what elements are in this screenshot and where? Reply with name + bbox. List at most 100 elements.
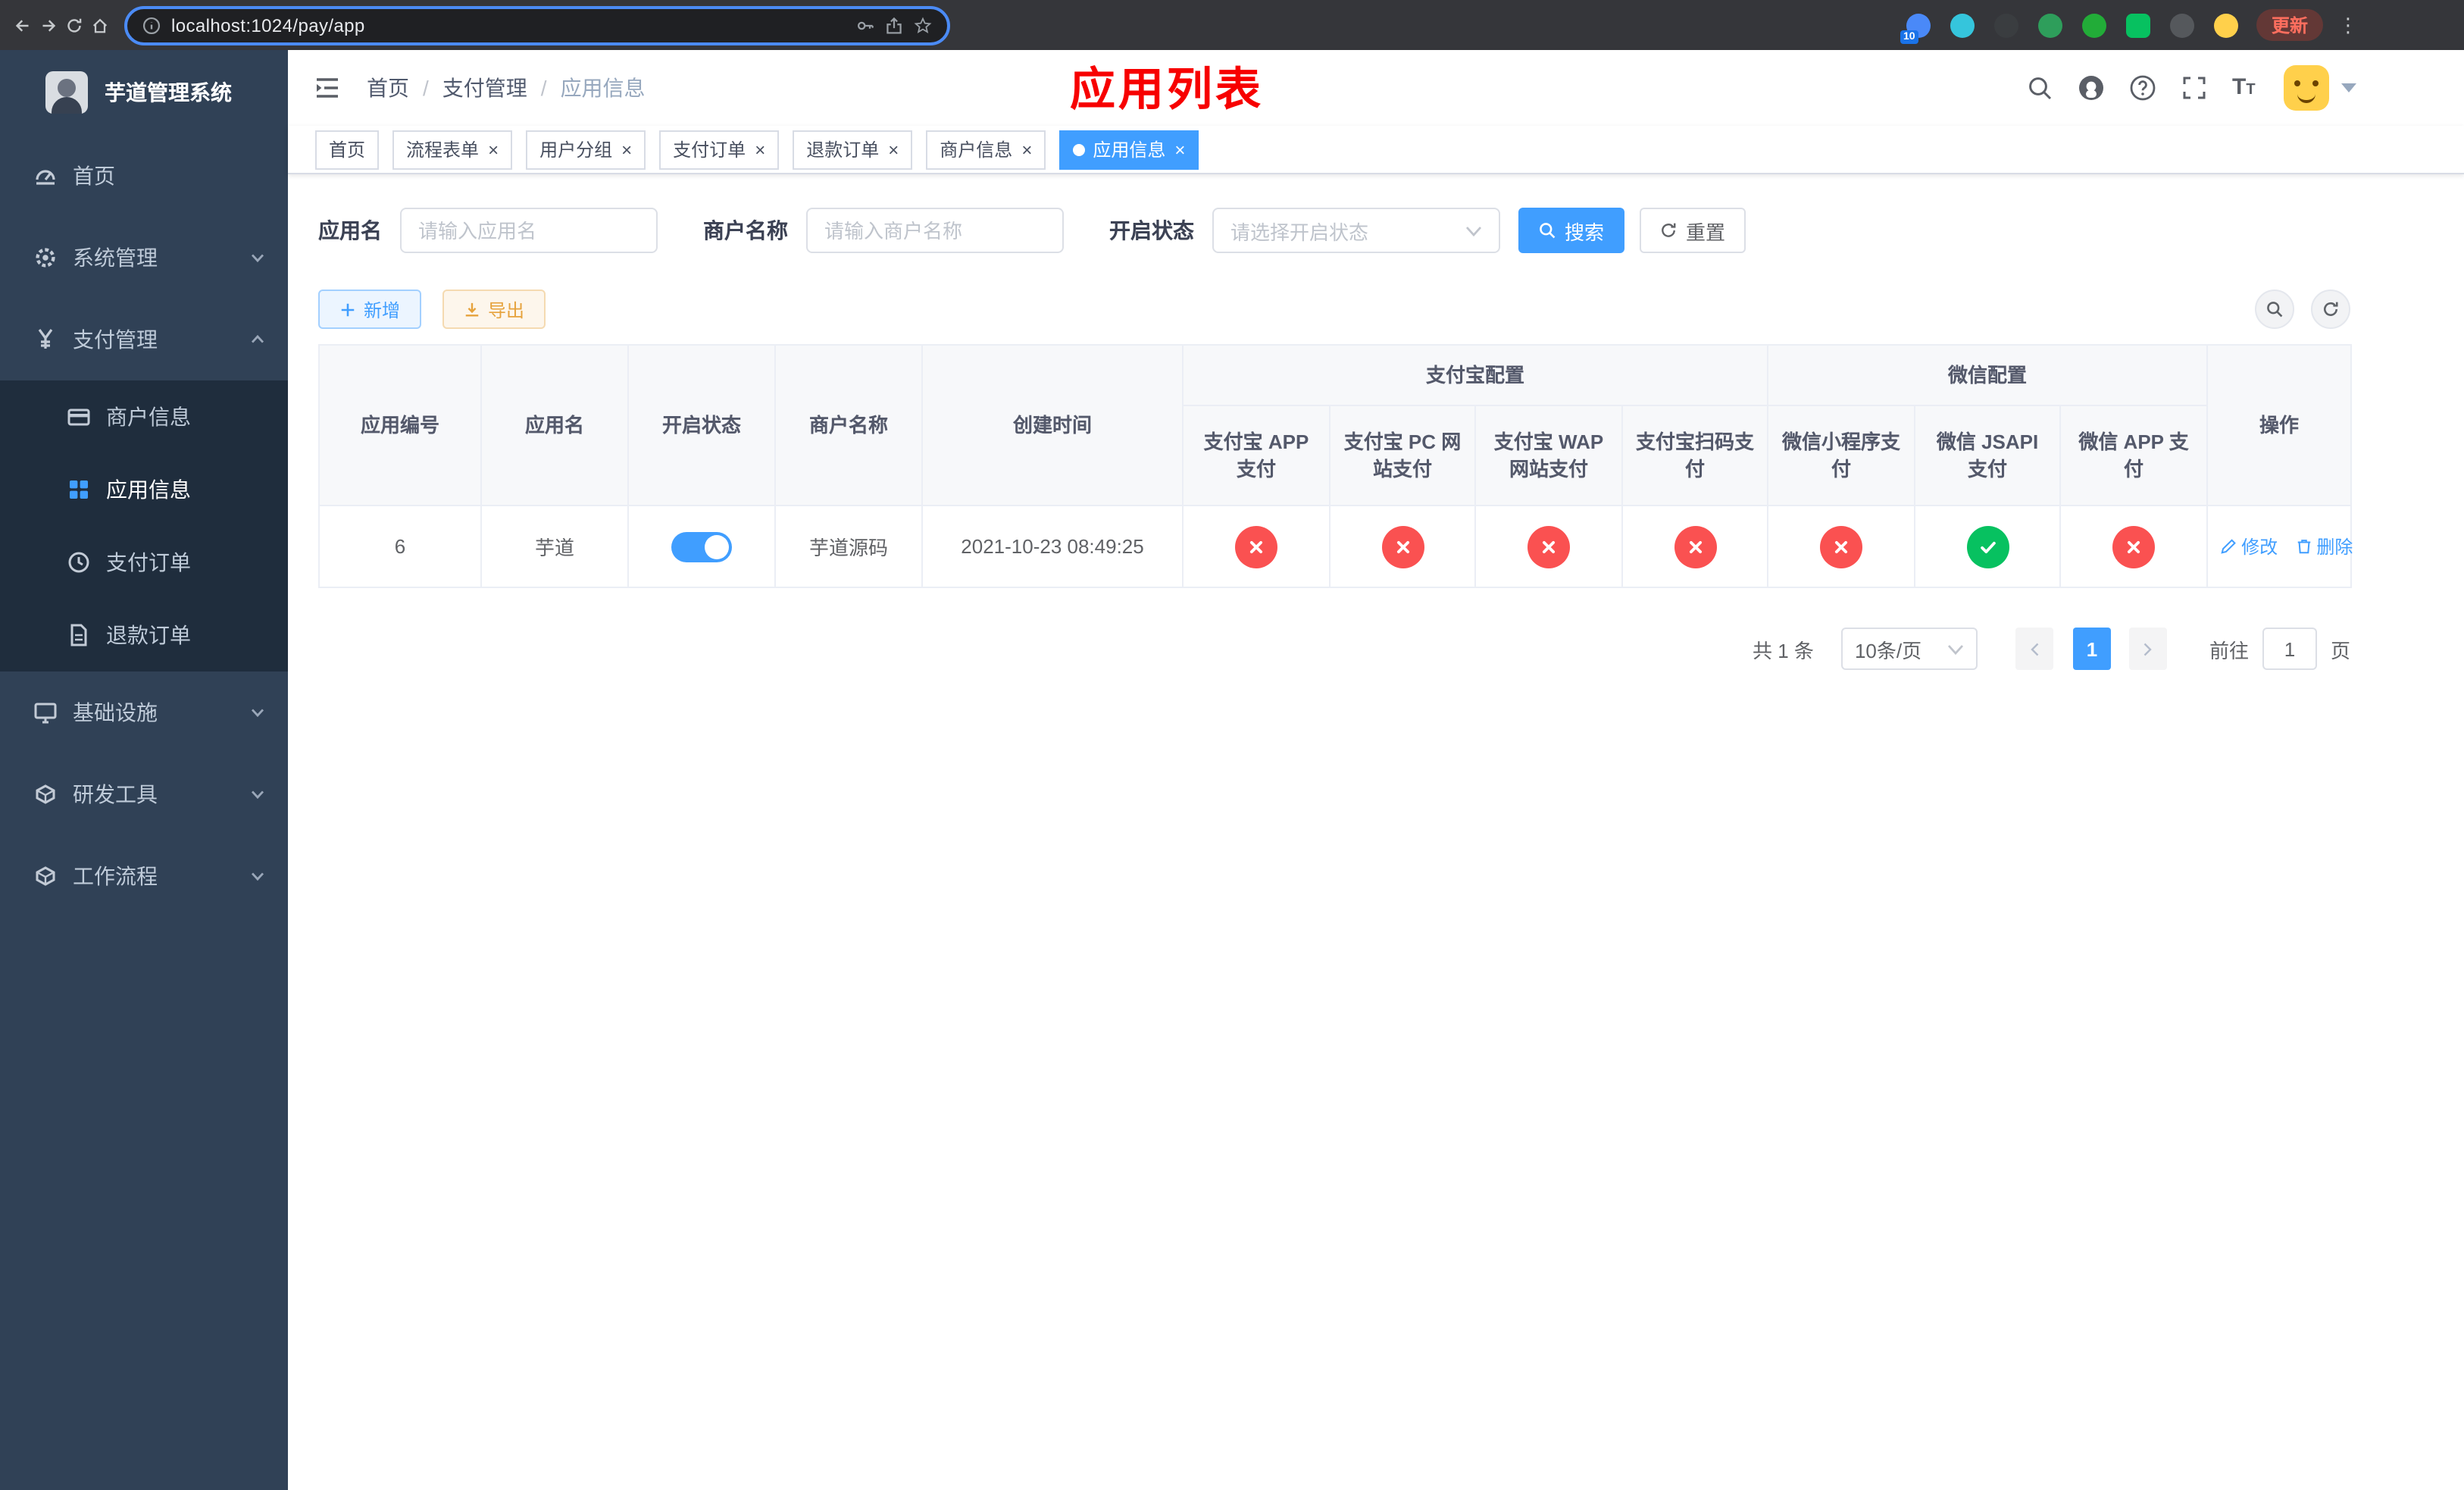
sidebar-item-home[interactable]: 首页 — [0, 135, 288, 217]
tab-pay-order[interactable]: 支付订单 × — [659, 130, 780, 169]
reload-icon[interactable] — [61, 5, 86, 45]
merchant-name-label: 商户名称 — [703, 218, 788, 243]
help-icon[interactable] — [2129, 74, 2156, 102]
close-icon[interactable]: × — [621, 140, 632, 158]
add-button[interactable]: 新增 — [318, 290, 422, 329]
tab-home[interactable]: 首页 — [315, 130, 380, 169]
status-cell — [2059, 505, 2209, 588]
ext-dark-globe-icon[interactable] — [1993, 13, 2018, 37]
page-content: 应用名 商户名称 开启状态 请选择开启状态 搜索 重置 — [288, 174, 2464, 1490]
export-button[interactable]: 导出 — [442, 290, 546, 329]
browser-menu-icon[interactable]: ⋮ — [2338, 13, 2358, 37]
merchant-name-input[interactable] — [806, 208, 1064, 253]
close-icon[interactable]: × — [488, 140, 499, 158]
goto-page-input[interactable] — [2262, 628, 2317, 670]
search-button[interactable]: 搜索 — [1518, 208, 1624, 253]
fullscreen-icon[interactable] — [2181, 74, 2208, 102]
key-icon[interactable] — [856, 16, 874, 34]
home-icon[interactable] — [86, 5, 112, 45]
chevron-down-icon[interactable] — [2341, 83, 2356, 93]
back-icon[interactable] — [9, 5, 35, 45]
status-cell — [1329, 505, 1476, 588]
tab-label: 退款订单 — [806, 139, 880, 161]
x-circle-icon — [2112, 525, 2156, 568]
chevron-down-icon — [249, 785, 267, 803]
close-icon[interactable]: × — [755, 140, 765, 158]
forward-icon[interactable] — [35, 5, 61, 45]
tab-merchant-info[interactable]: 商户信息 × — [926, 130, 1046, 169]
refresh-icon[interactable] — [2311, 290, 2350, 329]
page-size-select[interactable]: 10条/页 — [1840, 628, 1978, 670]
tab-user-group[interactable]: 用户分组 × — [526, 130, 646, 169]
sidebar-item-label: 应用信息 — [106, 477, 191, 502]
github-icon[interactable] — [2078, 74, 2105, 102]
col-app-name: 应用名 — [480, 344, 629, 506]
sidebar-item-label: 系统管理 — [73, 246, 158, 270]
group-alipay: 支付宝配置 — [1181, 344, 1769, 406]
x-circle-icon — [1527, 525, 1570, 568]
sidebar-item-refund-order[interactable]: 退款订单 — [0, 599, 288, 671]
sidebar-item-infrastructure[interactable]: 基础设施 — [0, 671, 288, 753]
cell-status — [627, 505, 776, 588]
table-row: 6 芋道 芋道源码 2021-10-23 08:49:25 修改 删除 — [318, 505, 2353, 588]
breadcrumb-home[interactable]: 首页 — [367, 73, 409, 103]
breadcrumb-payment[interactable]: 支付管理 — [442, 73, 527, 103]
sidebar-item-label: 研发工具 — [73, 782, 158, 806]
close-icon[interactable]: × — [1174, 140, 1185, 158]
browser-update-button[interactable]: 更新 — [2256, 9, 2323, 41]
ext-green-leaf-icon[interactable] — [2037, 13, 2062, 37]
sidebar-item-workflow[interactable]: 工作流程 — [0, 835, 288, 917]
share-icon[interactable] — [885, 16, 903, 34]
active-dot — [1073, 143, 1086, 155]
sidebar-item-merchant-info[interactable]: 商户信息 — [0, 380, 288, 453]
yen-icon — [33, 327, 58, 352]
app-name-input[interactable] — [400, 208, 658, 253]
ext-green-chat-icon[interactable] — [2125, 13, 2150, 37]
sidebar-item-app-info[interactable]: 应用信息 — [0, 453, 288, 526]
table-toolbar: 新增 导出 — [318, 290, 2350, 329]
url-bar[interactable]: localhost:1024/pay/app — [124, 5, 950, 45]
font-size-icon[interactable]: TT — [2232, 74, 2259, 102]
ext-diamond-icon[interactable] — [1950, 13, 1975, 37]
sidebar-item-label: 退款订单 — [106, 623, 191, 647]
sidebar-item-payment[interactable]: 支付管理 — [0, 299, 288, 380]
prev-page-button[interactable] — [2015, 628, 2053, 670]
close-icon[interactable]: × — [1021, 140, 1032, 158]
page-size-value: 10条/页 — [1854, 639, 1922, 662]
ext-green-circle-icon[interactable] — [2081, 13, 2106, 37]
close-icon[interactable]: × — [888, 140, 899, 158]
status-select[interactable]: 请选择开启状态 — [1212, 208, 1500, 253]
tab-flow-form[interactable]: 流程表单 × — [392, 130, 513, 169]
chevron-down-icon — [1947, 643, 1964, 654]
x-circle-icon — [1674, 525, 1716, 568]
x-circle-icon — [1235, 525, 1277, 568]
app-shell: 芋道管理系统 首页 系统管理 支付管理 商户信息 应用信息 支付订单 退款订单 基础设施 研发工… — [0, 50, 2464, 1490]
url-text: localhost:1024/pay/app — [171, 14, 365, 36]
sidebar-item-dev-tools[interactable]: 研发工具 — [0, 753, 288, 835]
delete-link[interactable]: 删除 — [2295, 534, 2353, 559]
sidebar-item-system[interactable]: 系统管理 — [0, 217, 288, 299]
search-icon[interactable] — [2026, 74, 2053, 102]
tab-app-info[interactable]: 应用信息 × — [1059, 130, 1199, 169]
app-name-label: 应用名 — [318, 218, 382, 243]
ext-pin-icon[interactable] — [2169, 13, 2194, 37]
toggle-search-icon[interactable] — [2255, 290, 2294, 329]
bookmark-star-icon[interactable] — [914, 16, 932, 34]
chevron-down-icon — [249, 867, 267, 885]
col-wechat-mini: 微信小程序支付 — [1767, 405, 1916, 506]
reset-button[interactable]: 重置 — [1640, 208, 1746, 253]
site-info-icon[interactable] — [142, 16, 161, 34]
tab-refund-order[interactable]: 退款订单 × — [793, 130, 913, 169]
next-page-button[interactable] — [2128, 628, 2167, 670]
ext-emoji-icon[interactable] — [2213, 13, 2238, 37]
page-number-1[interactable]: 1 — [2072, 628, 2111, 670]
edit-link[interactable]: 修改 — [2220, 534, 2278, 559]
col-alipay-wap: 支付宝 WAP 网站支付 — [1474, 405, 1623, 506]
hamburger-icon[interactable] — [312, 73, 342, 103]
ext-blue-badge-icon[interactable]: 10 — [1900, 13, 1931, 43]
breadcrumb-separator: / — [423, 76, 429, 100]
user-avatar[interactable] — [2284, 65, 2329, 111]
tab-label: 用户分组 — [539, 139, 613, 161]
enabled-switch[interactable] — [671, 531, 732, 562]
sidebar-item-payment-order[interactable]: 支付订单 — [0, 526, 288, 599]
